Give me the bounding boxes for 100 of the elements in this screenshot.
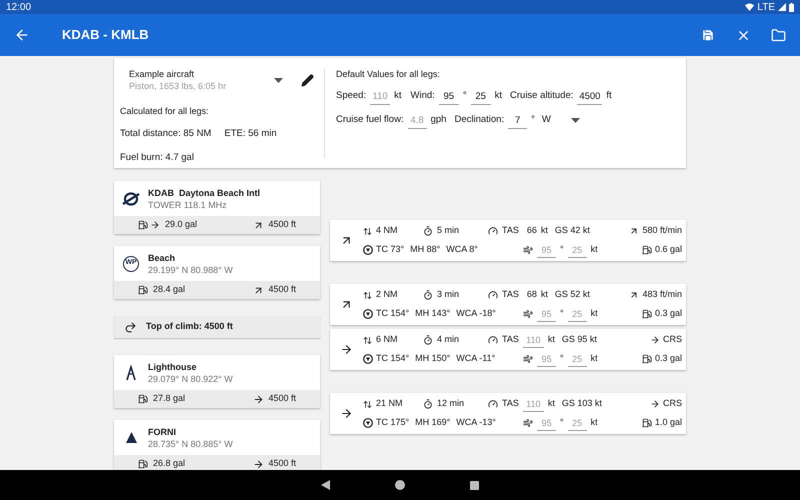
waypoint-card[interactable]: KDAB Daytona Beach Intl TOWER 118.1 MHz 29.0 gal 4500 ft [114, 181, 320, 234]
leg-fuel: 1.0 gal [654, 416, 682, 430]
waypoint-name: KDAB Daytona Beach Intl [148, 186, 260, 198]
timer-icon [423, 290, 433, 300]
degree-label: ° [560, 416, 564, 430]
true-course: TC 73° [376, 243, 404, 256]
field-label: Declination: [454, 113, 504, 128]
fuel-icon [642, 245, 652, 255]
waypoint-name: FORNI [148, 426, 177, 438]
course-icon [363, 354, 373, 364]
course-icon [363, 245, 373, 255]
edit-button[interactable] [301, 74, 314, 86]
battery-icon [789, 2, 794, 12]
waypoint-card[interactable]: FORNI 28.735° N 80.885° W 26.8 gal 4500 ft [114, 420, 320, 473]
waypoint-card[interactable]: Lighthouse 29.079° N 80.922° W 27.8 gal 4500 ft [114, 355, 320, 408]
magnetic-heading: MH 88° [410, 243, 440, 256]
unit-label: kt [494, 89, 502, 104]
back-triangle-icon[interactable] [321, 480, 330, 490]
field-label: Cruise fuel flow: [336, 113, 404, 128]
altitude-value: 4500 ft [268, 457, 296, 470]
distance-icon [363, 336, 372, 344]
wind-direction-field[interactable]: 95 [537, 306, 556, 322]
speed-field[interactable]: 110 [370, 88, 390, 104]
home-circle-icon[interactable] [395, 480, 405, 490]
wind-direction-field[interactable]: 95 [537, 242, 556, 258]
unit-label: kt [590, 243, 598, 256]
unit-label: ft [606, 89, 612, 104]
wind-direction-field[interactable]: 95 [537, 351, 556, 367]
fuel-icon [642, 418, 652, 428]
airport-icon [122, 190, 140, 208]
climb-rate: CRS [662, 397, 682, 410]
wind-icon [523, 309, 533, 319]
wifi-icon [745, 3, 754, 11]
wind-speed-field[interactable]: 25 [568, 415, 587, 431]
arrow-right-icon [150, 220, 160, 230]
wind-speed-field[interactable]: 25 [568, 242, 587, 258]
top-of-climb-row: Top of climb: 4500 ft [114, 316, 320, 338]
gauge-icon [488, 335, 498, 345]
leg-fuel: 0.3 gal [654, 352, 682, 366]
fuel-icon [138, 394, 148, 404]
level-arrow-icon [650, 399, 660, 409]
ground-speed: GS 103 kt [562, 397, 602, 410]
tas-label: TAS [502, 224, 519, 238]
leg-card[interactable]: 2 NM 3 min TAS 68 kt GS 52 kt 483 ft/min TC 154° MH 143° WCA -18° 95 ° 25 kt 0.3 gal [330, 284, 686, 325]
section-heading: Default Values for all legs: [336, 68, 441, 81]
wind-speed-field[interactable]: 25 [470, 88, 491, 104]
ete-label: ETE: 56 min [224, 126, 277, 140]
unit-label: kt [394, 89, 402, 104]
dropdown-caret-icon[interactable] [274, 78, 283, 82]
altitude-field[interactable]: 4500 [577, 88, 602, 104]
fuel-flow-field[interactable]: 4.8 [408, 112, 427, 128]
magnetic-heading: MH 143° [415, 307, 450, 320]
dropdown-caret-icon[interactable] [570, 118, 580, 123]
unit-label: kt [590, 352, 598, 366]
climb-rate: 483 ft/min [642, 288, 682, 302]
waypoint-subtitle: 28.735° N 80.885° W [148, 438, 233, 450]
degree-label: ° [531, 113, 535, 128]
distance-icon [363, 290, 372, 300]
unit-label: kt [590, 307, 598, 320]
leg-card[interactable]: 6 NM 4 min TAS 110 kt GS 95 kt CRS TC 154° MH 150° WCA -11° 95 ° 25 kt 0.3 gal [330, 329, 686, 370]
ground-speed: GS 95 kt [562, 333, 597, 346]
fuel-icon [642, 309, 652, 319]
clock-time: 12:00 [6, 0, 32, 14]
wind-icon [523, 418, 533, 428]
tas-field[interactable]: 110 [522, 332, 544, 348]
recents-square-icon[interactable] [470, 480, 479, 490]
climb-rate: 580 ft/min [642, 224, 682, 238]
leg-time: 5 min [437, 224, 460, 238]
leg-distance: 21 NM [376, 397, 403, 410]
wind-speed-field[interactable]: 25 [568, 351, 587, 367]
wind-correction: WCA -18° [456, 307, 496, 320]
degree-label: ° [560, 307, 564, 320]
climb-rate: CRS [662, 333, 682, 346]
ground-speed: GS 52 kt [554, 288, 590, 302]
fuel-amount: 28.4 gal [153, 283, 186, 296]
unit-label: kt [548, 397, 555, 410]
landmark-icon [125, 364, 137, 380]
gauge-icon [488, 290, 498, 300]
app-title: KDAB - KMLB [62, 26, 149, 44]
fuel-icon [138, 285, 148, 295]
wind-speed-field[interactable]: 25 [568, 306, 587, 322]
wind-direction-field[interactable]: 95 [438, 88, 459, 104]
ground-speed: GS 42 kt [554, 224, 590, 238]
timer-icon [423, 226, 433, 236]
field-label: Wind: [410, 89, 435, 104]
course-icon [363, 309, 373, 319]
tas-field[interactable]: 110 [522, 396, 544, 412]
degree-label: ° [560, 352, 564, 366]
true-course: TC 175° [376, 416, 410, 430]
climb-curve-icon [124, 320, 137, 334]
wind-direction-field[interactable]: 95 [537, 415, 556, 431]
tas-label: TAS [502, 397, 519, 410]
leg-distance: 6 NM [376, 333, 398, 346]
leg-card[interactable]: 4 NM 5 min TAS 66 kt GS 42 kt 580 ft/min TC 73° MH 88° WCA 8° 95 ° 25 kt 0.6 gal [330, 220, 686, 261]
declination-field[interactable]: 7 [508, 112, 528, 128]
leg-card[interactable]: 21 NM 12 min TAS 110 kt GS 103 kt CRS TC 175° MH 169° WCA -13° 95 ° 25 kt 1.0 gal [330, 393, 686, 434]
aircraft-selector[interactable]: Example aircraft Piston, 1653 lbs, 6:05 hr [129, 68, 301, 92]
section-heading: Calculated for all legs: [120, 105, 210, 118]
fuel-amount: 26.8 gal [153, 457, 186, 470]
declination-dropdown[interactable]: W [542, 113, 580, 128]
